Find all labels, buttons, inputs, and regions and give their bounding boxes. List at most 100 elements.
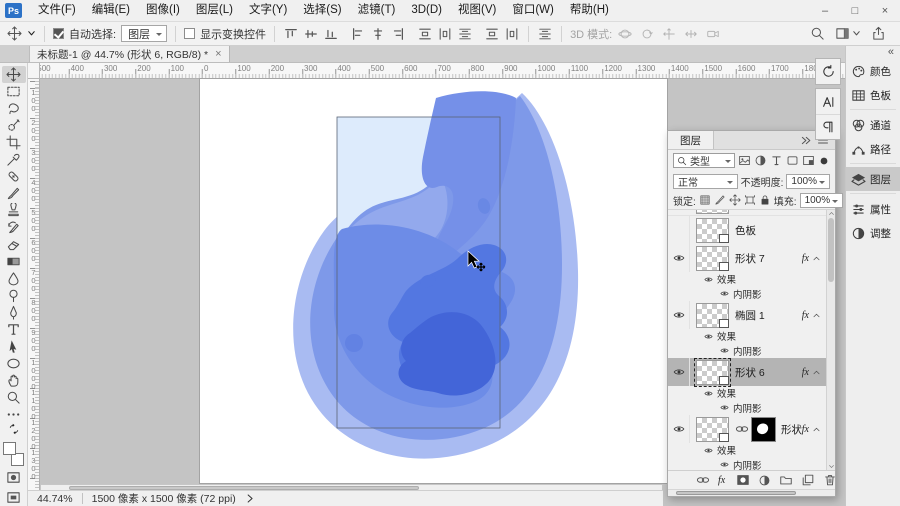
lock-all-icon[interactable] [759, 194, 771, 206]
layer-name[interactable]: 色板 [735, 223, 821, 238]
collapse-effects-icon[interactable] [812, 254, 821, 263]
menu-item[interactable]: 视图(V) [450, 0, 504, 21]
align-al-top-button[interactable] [283, 26, 299, 42]
pen-tool[interactable] [2, 304, 26, 321]
type-tool[interactable] [2, 321, 26, 338]
m3d-orbit-button[interactable] [617, 26, 633, 42]
canvas[interactable] [200, 79, 667, 483]
filter-smart-icon[interactable] [802, 154, 815, 167]
align-distribute-button[interactable] [457, 26, 473, 42]
visibility-eye-icon[interactable] [704, 275, 713, 284]
new-group-icon[interactable] [779, 473, 793, 487]
align-dist-v-button[interactable] [484, 26, 500, 42]
tab-close-icon[interactable]: × [215, 48, 221, 60]
auto-select-dropdown[interactable]: 图层 [121, 25, 167, 42]
history-panel-icon[interactable] [816, 59, 840, 84]
hand-tool[interactable] [2, 372, 26, 389]
character-panel-icon[interactable] [816, 89, 840, 114]
quick-selection-tool[interactable] [2, 117, 26, 134]
layer-thumbnail[interactable] [696, 417, 729, 442]
m3d-cam-button[interactable] [705, 26, 721, 42]
visibility-eye-icon[interactable] [704, 332, 713, 341]
crop-tool[interactable] [2, 134, 26, 151]
filter-type-icon[interactable] [770, 154, 783, 167]
maximize-button[interactable]: □ [840, 0, 870, 21]
dock-item-properties[interactable]: 属性 [846, 197, 900, 221]
inner-shadow-row[interactable]: 内阴影 [668, 287, 835, 302]
visibility-toggle-empty[interactable] [668, 216, 690, 244]
inner-shadow-row[interactable]: 内阴影 [668, 344, 835, 359]
menu-item[interactable]: 文字(Y) [241, 0, 295, 21]
visibility-eye-icon[interactable] [704, 389, 713, 398]
effects-row[interactable]: 效果 [668, 329, 835, 344]
opacity-dropdown[interactable]: 100% [786, 174, 830, 189]
link-layers-icon[interactable] [696, 473, 710, 487]
menu-item[interactable]: 窗口(W) [504, 0, 562, 21]
layer-thumbnail[interactable] [696, 218, 729, 243]
dock-item-paths[interactable]: 路径 [846, 137, 900, 161]
add-mask-icon[interactable] [736, 473, 750, 487]
layers-tab[interactable]: 图层 [668, 131, 714, 149]
layer-thumbnail[interactable] [696, 360, 729, 385]
effects-row[interactable]: 效果 [668, 443, 835, 458]
search-icon[interactable] [810, 26, 825, 41]
scroll-down-icon[interactable] [828, 463, 835, 470]
layer-fx-badge[interactable]: fx [802, 253, 809, 264]
collapse-effects-icon[interactable] [812, 368, 821, 377]
scroll-up-icon[interactable] [828, 210, 835, 217]
distribute-button[interactable] [537, 26, 553, 42]
visibility-eye-icon[interactable] [704, 446, 713, 455]
visibility-eye-icon[interactable] [720, 460, 729, 469]
swap-colors-icon[interactable] [8, 423, 20, 435]
zoom-tool[interactable] [2, 389, 26, 406]
layer-row[interactable]: 色板 [668, 216, 835, 244]
share-icon[interactable] [871, 26, 886, 41]
document-tab[interactable]: 未标题-1 @ 44.7% (形状 6, RGB/8) * × [30, 46, 230, 62]
effects-row[interactable]: 效果 [668, 386, 835, 401]
lock-pixels-icon[interactable] [714, 194, 726, 206]
align-al-hcenter-button[interactable] [370, 26, 386, 42]
menu-item[interactable]: 编辑(E) [84, 0, 138, 21]
layer-row[interactable]: 形状 6fx [668, 358, 835, 386]
move-tool[interactable] [2, 66, 26, 83]
layer-name[interactable]: 椭圆 1 [735, 308, 802, 323]
layer-row[interactable]: 形状 5fx [668, 415, 835, 443]
brush-tool[interactable] [2, 185, 26, 202]
layer-row[interactable]: 椭圆 1fx [668, 301, 835, 329]
foreground-color-swatch[interactable] [3, 442, 16, 455]
visibility-eye-icon[interactable] [720, 403, 729, 412]
effects-row[interactable]: 效果 [668, 272, 835, 287]
filter-shape-icon[interactable] [786, 154, 799, 167]
eraser-tool[interactable] [2, 236, 26, 253]
spot-healing-tool[interactable] [2, 168, 26, 185]
visibility-eye-icon[interactable] [720, 346, 729, 355]
layers-hscrollbar[interactable] [668, 489, 835, 496]
align-dist-v-button[interactable] [417, 26, 433, 42]
visibility-eye-icon[interactable] [668, 358, 690, 386]
align-al-left-button[interactable] [350, 26, 366, 42]
visibility-eye-icon[interactable] [668, 244, 690, 272]
dock-item-adjust[interactable]: 调整 [846, 221, 900, 245]
lock-position-icon[interactable] [729, 194, 741, 206]
workspace-switcher-icon[interactable] [835, 26, 850, 41]
path-selection-tool[interactable] [2, 338, 26, 355]
layer-thumbnail[interactable] [696, 303, 729, 328]
dodge-tool[interactable] [2, 287, 26, 304]
layer-fx-badge[interactable]: fx [802, 424, 809, 435]
chevron-down-icon[interactable] [27, 29, 36, 38]
dock-item-channels[interactable]: 通道 [846, 113, 900, 137]
layer-name[interactable]: 形状 6 [735, 365, 802, 380]
menu-item[interactable]: 帮助(H) [562, 0, 617, 21]
layer-fx-badge[interactable]: fx [802, 367, 809, 378]
delete-layer-icon[interactable] [823, 473, 837, 487]
m3d-slide-button[interactable] [683, 26, 699, 42]
dock-item-color[interactable]: 颜色 [846, 59, 900, 83]
minimize-button[interactable]: – [810, 0, 840, 21]
align-dist-h-button[interactable] [504, 26, 520, 42]
blur-tool[interactable] [2, 270, 26, 287]
auto-select-checkbox[interactable] [53, 28, 64, 39]
layer-thumbnail[interactable] [696, 246, 729, 271]
zoom-level[interactable]: 44.74% [37, 493, 73, 505]
shape-tool[interactable] [2, 355, 26, 372]
filter-pixel-icon[interactable] [738, 154, 751, 167]
